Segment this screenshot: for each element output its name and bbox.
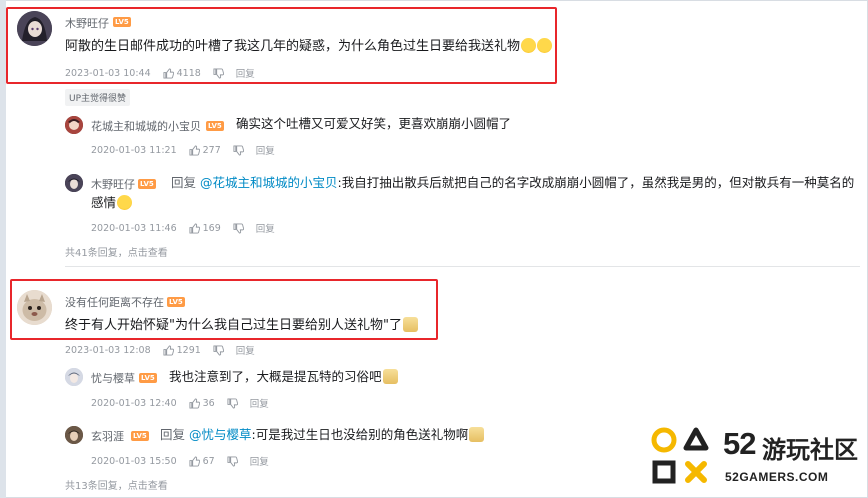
timestamp: 2020-01-03 15:50	[91, 455, 177, 467]
like-button[interactable]: 67	[189, 456, 215, 467]
username[interactable]: 没有任何距离不存在	[65, 294, 164, 310]
reply-meta: 2020-01-03 11:21 277 回复	[91, 143, 275, 158]
username[interactable]: 花城主和城城的小宝贝	[91, 118, 201, 134]
doge-emoji-icon	[469, 427, 485, 442]
comment-text: 终于有人开始怀疑"为什么我自己过生日要给别人送礼物"了	[65, 317, 418, 335]
thumbs-down-icon	[213, 344, 224, 356]
like-count: 1291	[176, 344, 201, 356]
reply-button[interactable]: 回复	[256, 221, 275, 235]
comment-divider	[65, 266, 860, 267]
watermark-logo: 52 游玩社区 52GAMERS.COM	[648, 420, 864, 496]
reply-meta: 2020-01-03 11:46 169 回复	[91, 221, 275, 236]
reply-text: 回复 @花城主和城城的小宝贝:我自打抽出散兵后就把自己的名字改成崩崩小圆帽了，虽…	[171, 172, 861, 194]
comment-text-body: 终于有人开始怀疑"为什么我自己过生日要给别人送礼物"了	[65, 318, 402, 333]
reply-text-line1: :我自打抽出散兵后就把自己的名字改成崩崩小圆帽了，虽然我是男的，但对散兵有一种莫…	[337, 175, 855, 190]
dislike-button[interactable]	[227, 455, 238, 467]
username[interactable]: 木野旺仔	[91, 176, 135, 192]
reply-button[interactable]: 回复	[236, 66, 255, 80]
logo-number: 52	[723, 426, 756, 461]
timestamp: 2020-01-03 11:21	[91, 144, 177, 156]
reply-meta: 2020-01-03 15:50 67 回复	[91, 454, 269, 469]
like-count: 36	[202, 397, 215, 409]
level-badge: LV5	[167, 297, 185, 307]
reply-text-continued: 感情	[91, 192, 133, 214]
laugh-cry-emoji-icon	[117, 195, 133, 210]
dislike-button[interactable]	[213, 67, 224, 79]
reply-prefix: 回复	[171, 175, 197, 190]
reply-text-line2: 感情	[91, 195, 117, 210]
mention-link[interactable]: @忧与樱草	[189, 427, 252, 442]
logo-domain: 52GAMERS.COM	[725, 470, 829, 484]
reply-button[interactable]: 回复	[256, 143, 275, 157]
comment-meta: 2023-01-03 10:44 4118 回复	[65, 66, 255, 81]
thumbs-down-icon	[213, 67, 224, 79]
thumbs-up-icon	[163, 67, 174, 79]
reply-text: 我也注意到了，大概是提瓦特的习俗吧	[169, 366, 398, 388]
reply-text-body: :可是我过生日也没给别的角色送礼物啊	[251, 427, 469, 442]
dislike-button[interactable]	[213, 344, 224, 356]
like-count: 67	[202, 455, 215, 467]
avatar[interactable]	[65, 368, 83, 386]
reply-meta: 2020-01-03 12:40 36 回复	[91, 396, 269, 411]
reply-text: 回复 @忧与樱草:可是我过生日也没给别的角色送礼物啊	[160, 424, 485, 446]
dislike-button[interactable]	[233, 144, 244, 156]
thumbs-down-icon	[227, 455, 238, 467]
like-button[interactable]: 1291	[163, 345, 201, 356]
doge-emoji-icon	[382, 369, 398, 384]
doge-emoji-icon	[402, 317, 418, 332]
level-badge: LV5	[113, 17, 131, 27]
dislike-button[interactable]	[227, 397, 238, 409]
avatar[interactable]	[65, 174, 83, 192]
reply-button[interactable]: 回复	[250, 454, 269, 468]
reply-button[interactable]: 回复	[250, 396, 269, 410]
like-button[interactable]: 277	[189, 145, 221, 156]
up-liked-tag: UP主觉得很赞	[65, 89, 131, 106]
username[interactable]: 木野旺仔	[65, 15, 109, 31]
reply-prefix: 回复	[160, 427, 186, 442]
like-button[interactable]: 169	[189, 223, 221, 234]
timestamp: 2020-01-03 11:46	[91, 222, 177, 234]
level-badge: LV5	[206, 121, 224, 131]
level-badge: LV5	[131, 431, 149, 441]
view-more-replies[interactable]: 共13条回复，点击查看	[65, 477, 168, 492]
thumbs-down-icon	[233, 144, 244, 156]
timestamp: 2020-01-03 12:40	[91, 397, 177, 409]
thumbs-up-icon	[189, 222, 200, 234]
comment-text-body: 阿散的生日邮件成功的叶槽了我这几年的疑惑，为什么角色过生日要给我送礼物	[65, 39, 521, 54]
laugh-cry-emoji-icon	[521, 38, 537, 53]
like-count: 277	[202, 144, 221, 156]
avatar[interactable]	[65, 426, 83, 444]
reply-text: 确实这个吐槽又可爱又好笑，更喜欢崩崩小圆帽了	[236, 116, 512, 131]
timestamp: 2023-01-03 10:44	[65, 67, 151, 79]
gamepad-buttons-icon	[651, 427, 709, 484]
thumbs-down-icon	[233, 222, 244, 234]
like-count: 4118	[176, 67, 201, 79]
avatar[interactable]	[17, 11, 52, 46]
avatar[interactable]	[65, 116, 83, 134]
comment-text: 阿散的生日邮件成功的叶槽了我这几年的疑惑，为什么角色过生日要给我送礼物	[65, 38, 553, 56]
reply-text-body: 我也注意到了，大概是提瓦特的习俗吧	[169, 369, 382, 384]
logo-cn-name: 游玩社区	[762, 436, 858, 464]
like-count: 169	[202, 222, 221, 234]
thumbs-up-icon	[189, 455, 200, 467]
level-badge: LV5	[138, 179, 156, 189]
thumbs-up-icon	[189, 397, 200, 409]
thumbs-up-icon	[189, 144, 200, 156]
avatar[interactable]	[17, 290, 52, 325]
comment-meta: 2023-01-03 12:08 1291 回复	[65, 343, 255, 358]
username[interactable]: 忧与樱草	[91, 370, 135, 386]
mention-link[interactable]: @花城主和城城的小宝贝	[200, 175, 338, 190]
username[interactable]: 玄羽涯	[91, 428, 124, 444]
timestamp: 2023-01-03 12:08	[65, 344, 151, 356]
reply-button[interactable]: 回复	[236, 343, 255, 357]
like-button[interactable]: 4118	[163, 68, 201, 79]
level-badge: LV5	[139, 373, 157, 383]
dislike-button[interactable]	[233, 222, 244, 234]
like-button[interactable]: 36	[189, 398, 215, 409]
thumbs-up-icon	[163, 344, 174, 356]
laugh-cry-emoji-icon	[537, 38, 553, 53]
view-more-replies[interactable]: 共41条回复，点击查看	[65, 244, 168, 259]
thumbs-down-icon	[227, 397, 238, 409]
